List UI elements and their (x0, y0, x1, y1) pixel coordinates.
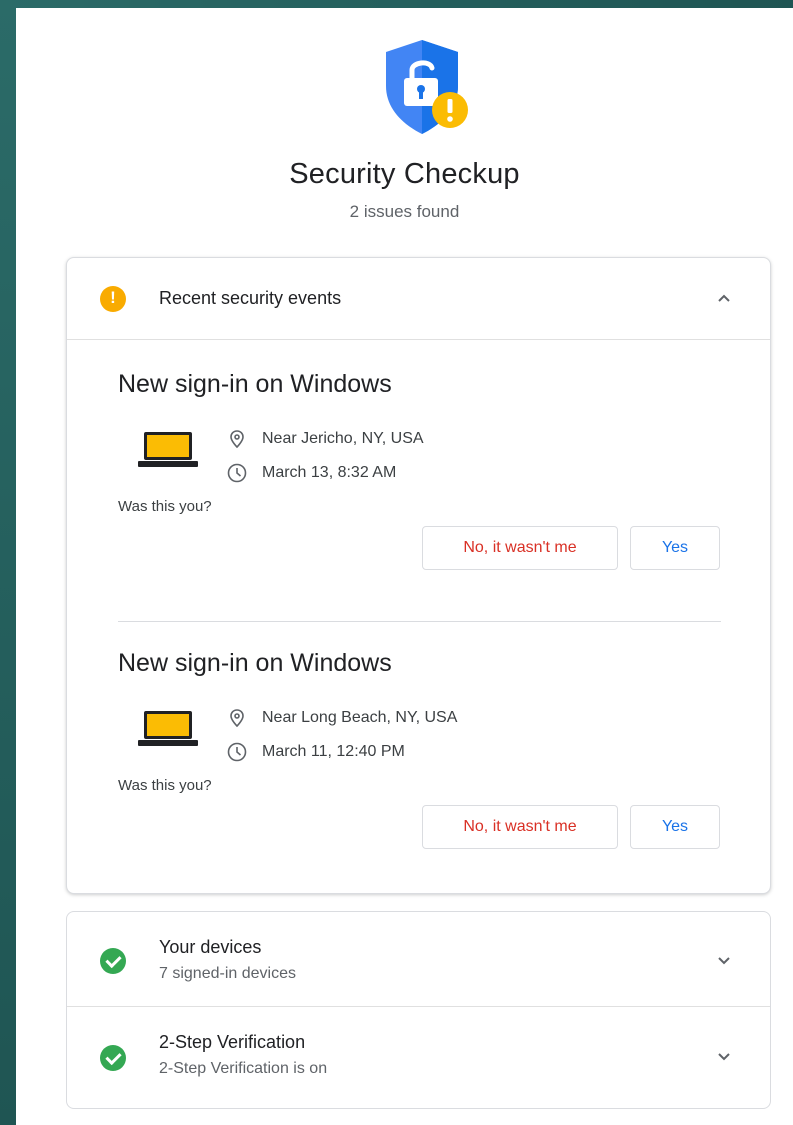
section-subtitle: 7 signed-in devices (159, 965, 296, 982)
sign-in-event: New sign-in on Windows Near Long Beach, … (118, 649, 722, 879)
warning-icon (100, 286, 126, 312)
time-text: March 13, 8:32 AM (262, 464, 397, 481)
not-me-button[interactable]: No, it wasn't me (422, 526, 618, 570)
checkup-sections-card: Your devices 7 signed-in devices 2-Step … (66, 911, 771, 1109)
confirmation-question: Was this you? (118, 498, 212, 515)
clock-icon (227, 463, 247, 483)
recent-security-events-header[interactable]: Recent security events (67, 258, 770, 340)
event-time: March 13, 8:32 AM (226, 462, 396, 484)
time-text: March 11, 12:40 PM (262, 743, 405, 760)
shield-lock-warning-icon (382, 38, 472, 138)
recent-security-events-card: Recent security events New sign-in on Wi… (66, 257, 771, 894)
location-pin-icon (230, 709, 244, 728)
side-frame (0, 0, 16, 1125)
event-location: Near Jericho, NY, USA (226, 428, 424, 450)
two-step-verification-row[interactable]: 2-Step Verification 2-Step Verification … (67, 1008, 770, 1108)
location-text: Near Long Beach, NY, USA (262, 709, 458, 726)
confirmation-question: Was this you? (118, 777, 212, 794)
event-location: Near Long Beach, NY, USA (226, 707, 457, 729)
section-title: 2-Step Verification (159, 1032, 306, 1052)
issues-count: 2 issues found (349, 202, 460, 221)
location-pin-icon (230, 430, 244, 449)
yes-button[interactable]: Yes (630, 805, 720, 849)
check-circle-icon (100, 948, 126, 974)
event-title: New sign-in on Windows (118, 370, 392, 398)
security-checkup-page: Security Checkup 2 issues found Recent s… (16, 8, 793, 1125)
top-frame (0, 0, 793, 8)
your-devices-row[interactable]: Your devices 7 signed-in devices (67, 912, 770, 1007)
yes-button[interactable]: Yes (630, 526, 720, 570)
chevron-down-icon[interactable] (714, 1046, 734, 1066)
clock-icon (227, 742, 247, 762)
section-subtitle: 2-Step Verification is on (159, 1060, 328, 1077)
check-circle-icon (100, 1045, 126, 1071)
page-title: Security Checkup (289, 158, 520, 190)
chevron-down-icon[interactable] (714, 950, 734, 970)
event-title: New sign-in on Windows (118, 649, 392, 677)
location-text: Near Jericho, NY, USA (262, 430, 424, 447)
event-time: March 11, 12:40 PM (226, 741, 405, 763)
laptop-icon (138, 711, 198, 746)
not-me-button[interactable]: No, it wasn't me (422, 805, 618, 849)
sign-in-event: New sign-in on Windows Near Jericho, NY,… (118, 370, 722, 600)
chevron-up-icon[interactable] (714, 288, 734, 308)
section-title: Recent security events (159, 288, 342, 308)
laptop-icon (138, 432, 198, 467)
event-divider (118, 621, 721, 622)
section-title: Your devices (159, 937, 262, 957)
header: Security Checkup 2 issues found (16, 8, 793, 248)
